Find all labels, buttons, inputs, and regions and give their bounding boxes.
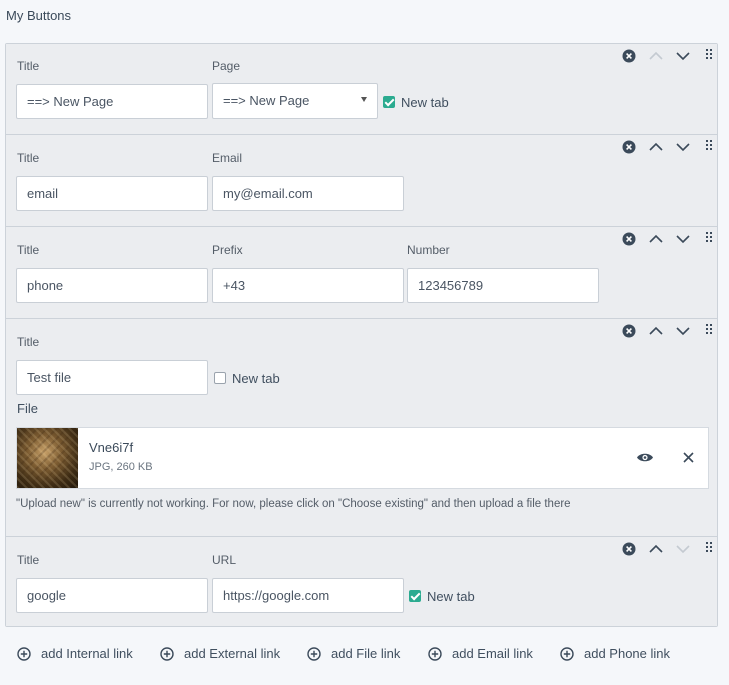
new-tab-checkbox[interactable] <box>214 372 226 384</box>
remove-icon[interactable] <box>622 232 636 246</box>
file-label: File <box>17 401 38 416</box>
chevron-up-icon[interactable] <box>648 233 664 245</box>
upload-note: "Upload new" is currently not working. F… <box>16 498 571 510</box>
file-thumbnail <box>17 428 78 488</box>
add-email-link-label: add Email link <box>452 646 533 661</box>
email-label: Email <box>212 151 243 165</box>
chevron-down-icon[interactable] <box>675 233 691 245</box>
prefix-label: Prefix <box>212 243 243 257</box>
buttons-list: Title Page ==> New Page ==> New Page New… <box>5 43 718 627</box>
file-link-block: Title Test file New tab File Vne6i7f JPG… <box>6 319 717 537</box>
file-meta: JPG, 260 KB <box>89 461 153 473</box>
page-label: Page <box>212 59 241 73</box>
new-tab-checkbox[interactable] <box>409 590 421 602</box>
chevron-up-icon[interactable] <box>648 141 664 153</box>
add-file-link-label: add File link <box>331 646 401 661</box>
number-input[interactable]: 123456789 <box>407 268 599 303</box>
phone-link-block: Title Prefix Number phone +43 123456789 <box>6 227 717 319</box>
title-label: Title <box>17 243 40 257</box>
caret-down-icon <box>361 97 367 102</box>
drag-handle-icon[interactable] <box>706 542 712 554</box>
add-internal-link-button[interactable]: add Internal link <box>17 646 133 661</box>
plus-circle-icon <box>560 646 574 661</box>
title-label: Title <box>17 59 40 73</box>
add-phone-link-label: add Phone link <box>584 646 671 661</box>
add-file-link-button[interactable]: add File link <box>307 646 400 661</box>
file-name: Vne6i7f <box>89 440 134 455</box>
add-internal-link-label: add Internal link <box>41 646 133 661</box>
drag-handle-icon[interactable] <box>706 140 712 152</box>
new-tab-label: New tab <box>232 371 280 386</box>
file-card: Vne6i7f JPG, 260 KB <box>16 427 709 489</box>
new-tab-checkbox[interactable] <box>383 96 395 108</box>
new-tab-label: New tab <box>427 589 475 604</box>
chevron-down-icon[interactable] <box>675 141 691 153</box>
section-heading: My Buttons <box>6 8 72 23</box>
title-input[interactable]: phone <box>16 268 208 303</box>
internal-link-block: Title Page ==> New Page ==> New Page New… <box>6 44 717 135</box>
chevron-up-icon[interactable] <box>648 543 664 555</box>
chevron-up-icon[interactable] <box>648 50 664 62</box>
add-external-link-button[interactable]: add External link <box>160 646 280 661</box>
chevron-down-icon[interactable] <box>675 543 691 555</box>
remove-icon[interactable] <box>622 140 636 154</box>
page-select-value: ==> New Page <box>223 93 310 108</box>
title-input[interactable]: google <box>16 578 208 613</box>
remove-icon[interactable] <box>622 542 636 556</box>
prefix-input[interactable]: +43 <box>212 268 404 303</box>
add-buttons-bar: add Internal link add External link add … <box>0 646 729 666</box>
plus-circle-icon <box>428 646 442 661</box>
title-label: Title <box>17 553 40 567</box>
chevron-down-icon[interactable] <box>675 325 691 337</box>
chevron-down-icon[interactable] <box>675 50 691 62</box>
title-input[interactable]: email <box>16 176 208 211</box>
add-email-link-button[interactable]: add Email link <box>428 646 533 661</box>
close-icon[interactable] <box>683 452 694 463</box>
add-external-link-label: add External link <box>184 646 281 661</box>
url-label: URL <box>212 553 237 567</box>
new-tab-label: New tab <box>401 95 449 110</box>
title-input[interactable]: Test file <box>16 360 208 395</box>
chevron-up-icon[interactable] <box>648 325 664 337</box>
drag-handle-icon[interactable] <box>706 232 712 244</box>
page-select[interactable]: ==> New Page <box>212 83 378 119</box>
add-phone-link-button[interactable]: add Phone link <box>560 646 670 661</box>
plus-circle-icon <box>17 646 31 661</box>
remove-icon[interactable] <box>622 324 636 338</box>
title-input[interactable]: ==> New Page <box>16 84 208 119</box>
plus-circle-icon <box>160 646 174 661</box>
remove-icon[interactable] <box>622 49 636 63</box>
title-label: Title <box>17 151 40 165</box>
drag-handle-icon[interactable] <box>706 49 712 61</box>
eye-icon[interactable] <box>636 451 654 464</box>
title-label: Title <box>17 335 40 349</box>
url-input[interactable]: https://google.com <box>212 578 404 613</box>
external-link-block: Title URL google https://google.com New … <box>6 537 717 626</box>
email-input[interactable]: my@email.com <box>212 176 404 211</box>
number-label: Number <box>407 243 450 257</box>
drag-handle-icon[interactable] <box>706 324 712 336</box>
plus-circle-icon <box>307 646 321 661</box>
email-link-block: Title Email email my@email.com <box>6 135 717 227</box>
